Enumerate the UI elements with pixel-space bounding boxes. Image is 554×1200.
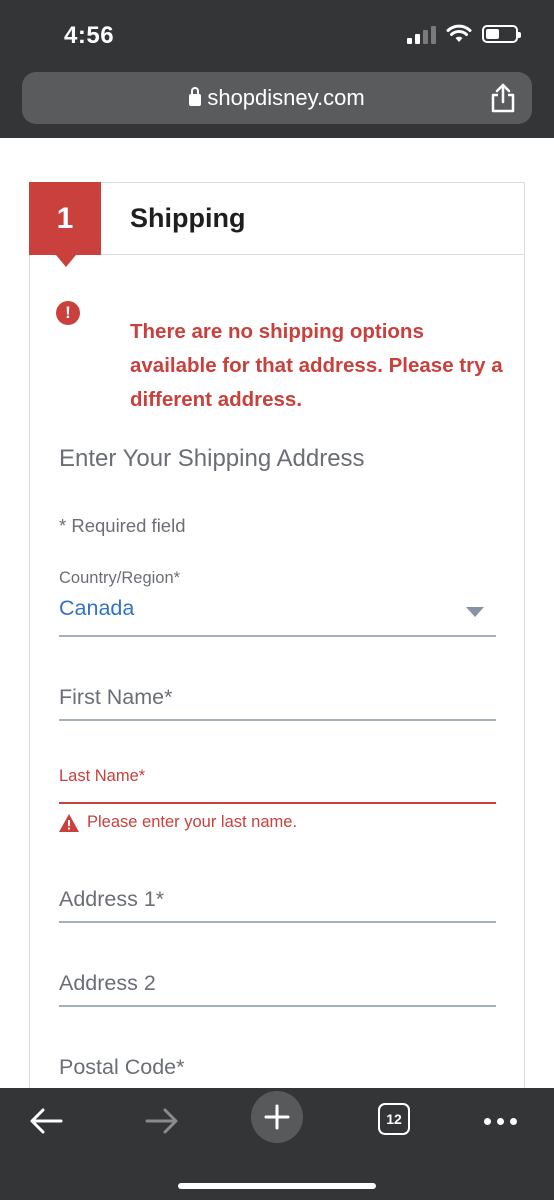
back-button[interactable]: [26, 1096, 66, 1146]
country-value: Canada: [59, 596, 135, 620]
first-name-underline: [59, 719, 496, 721]
more-button[interactable]: [480, 1096, 520, 1146]
browser-top-bar: 4:56 shopdisney.com: [0, 0, 554, 138]
last-name-label: Last Name*: [59, 767, 146, 785]
last-name-input[interactable]: Last Name*: [59, 767, 496, 807]
address1-underline: [59, 921, 496, 923]
forward-button[interactable]: [142, 1096, 182, 1146]
status-icons: [407, 24, 521, 44]
country-select[interactable]: Country/Region* Canada: [59, 569, 496, 639]
first-name-placeholder: First Name*: [59, 685, 173, 709]
arrow-left-icon: [30, 1108, 63, 1134]
lock-icon: [189, 87, 202, 106]
url-text: shopdisney.com: [207, 85, 365, 110]
address1-placeholder: Address 1*: [59, 887, 165, 911]
shipping-card: 1 Shipping ! There are no shipping optio…: [29, 182, 525, 1102]
arrow-right-icon: [145, 1108, 178, 1134]
tabs-button[interactable]: 12: [374, 1094, 414, 1144]
postal-code-placeholder: Postal Code*: [59, 1055, 185, 1079]
section-title: Enter Your Shipping Address: [59, 445, 365, 472]
address2-underline: [59, 1005, 496, 1007]
more-dots-icon: [483, 1117, 517, 1125]
country-underline: [59, 635, 496, 637]
required-field-note: * Required field: [59, 515, 186, 536]
wifi-icon: [446, 24, 472, 42]
url-display[interactable]: shopdisney.com: [189, 85, 365, 111]
step-header: 1 Shipping: [29, 182, 524, 267]
status-time: 4:56: [64, 22, 115, 49]
new-tab-button[interactable]: [251, 1091, 303, 1143]
cellular-signal-icon: [407, 24, 436, 44]
error-alert-icon: !: [56, 301, 80, 325]
address2-input[interactable]: Address 2: [59, 971, 496, 1011]
tab-count: 12: [378, 1103, 410, 1135]
address-bar[interactable]: shopdisney.com: [22, 72, 532, 124]
plus-icon: [251, 1091, 303, 1143]
address1-input[interactable]: Address 1*: [59, 887, 496, 927]
country-label: Country/Region*: [59, 569, 181, 587]
step-title: Shipping: [130, 203, 246, 233]
first-name-input[interactable]: First Name*: [59, 685, 496, 725]
shipping-error-message: There are no shipping options available …: [130, 320, 503, 411]
share-icon[interactable]: [488, 82, 518, 114]
last-name-error-text: Please enter your last name.: [87, 813, 298, 831]
last-name-error: Please enter your last name.: [59, 813, 297, 832]
address2-placeholder: Address 2: [59, 971, 156, 995]
last-name-underline: [59, 802, 496, 804]
chevron-down-icon: [466, 607, 484, 617]
home-indicator: [178, 1183, 376, 1189]
warning-icon: [59, 813, 79, 832]
battery-icon: [482, 25, 521, 43]
step-number-badge: 1: [29, 182, 101, 267]
